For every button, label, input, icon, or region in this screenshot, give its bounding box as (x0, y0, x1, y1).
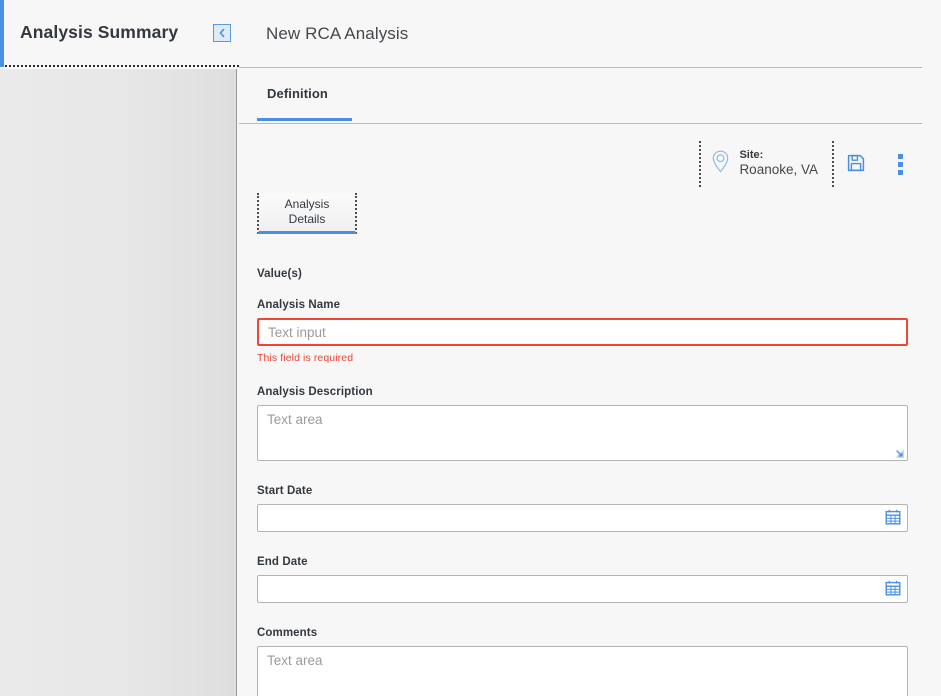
field-label-analysis-description: Analysis Description (257, 386, 373, 398)
sidebar-content-panel (0, 69, 237, 696)
app-root: Analysis Summary New RCA Analysis Defini… (0, 0, 941, 696)
calendar-icon (885, 509, 901, 528)
analysis-description-textarea[interactable] (257, 405, 908, 461)
field-comments: Comments (257, 627, 922, 696)
sidebar-header: Analysis Summary (0, 0, 239, 67)
field-analysis-description: Analysis Description (257, 386, 922, 461)
site-label: Site: (739, 148, 764, 161)
field-start-date: Start Date (257, 485, 922, 532)
sidebar-title: Analysis Summary (20, 22, 179, 42)
sidebar-collapse-button[interactable] (213, 24, 231, 42)
calendar-icon (885, 580, 901, 599)
main-content: New RCA Analysis Definition Site: Roanok… (239, 0, 941, 696)
field-label-end-date: End Date (257, 556, 308, 568)
field-label-comments: Comments (257, 627, 318, 639)
textarea-resize-handle[interactable] (893, 446, 905, 458)
analysis-details-form: Value(s) Analysis Name This field is req… (257, 268, 922, 696)
field-label-start-date: Start Date (257, 485, 313, 497)
site-selector[interactable]: Site: Roanoke, VA (701, 141, 832, 187)
save-floppy-icon (847, 154, 865, 175)
tab-definition[interactable]: Definition (257, 80, 338, 111)
page-title: New RCA Analysis (266, 23, 409, 43)
sidebar: Analysis Summary (0, 0, 239, 696)
subtab-label-line2: Details (288, 212, 326, 226)
map-pin-icon (711, 150, 730, 178)
end-date-input[interactable] (257, 575, 908, 603)
tab-active-indicator (257, 118, 352, 121)
sidebar-accent-stripe (0, 0, 4, 67)
form-section-label: Value(s) (257, 268, 302, 280)
page-header: New RCA Analysis (239, 0, 922, 68)
chevron-left-icon (218, 28, 226, 38)
start-date-calendar-button[interactable] (884, 509, 902, 527)
overflow-menu-button[interactable] (878, 141, 922, 187)
field-end-date: End Date (257, 556, 922, 603)
analysis-name-input[interactable] (257, 318, 908, 346)
comments-textarea[interactable] (257, 646, 908, 696)
field-label-analysis-name: Analysis Name (257, 299, 341, 311)
save-button[interactable] (834, 141, 878, 187)
end-date-calendar-button[interactable] (884, 580, 902, 598)
field-analysis-name: Analysis Name This field is required (257, 299, 922, 364)
content-toolbar: Site: Roanoke, VA (239, 138, 922, 190)
subtab-analysis-details[interactable]: Analysis Details (257, 193, 357, 234)
analysis-name-error: This field is required (257, 352, 354, 364)
kebab-menu-icon (897, 153, 903, 175)
subtab-label-line1: Analysis (284, 197, 330, 211)
subtab-bar: Analysis Details (257, 193, 357, 234)
tab-bar: Definition (239, 68, 922, 124)
start-date-input[interactable] (257, 504, 908, 532)
site-value: Roanoke, VA (739, 162, 818, 178)
